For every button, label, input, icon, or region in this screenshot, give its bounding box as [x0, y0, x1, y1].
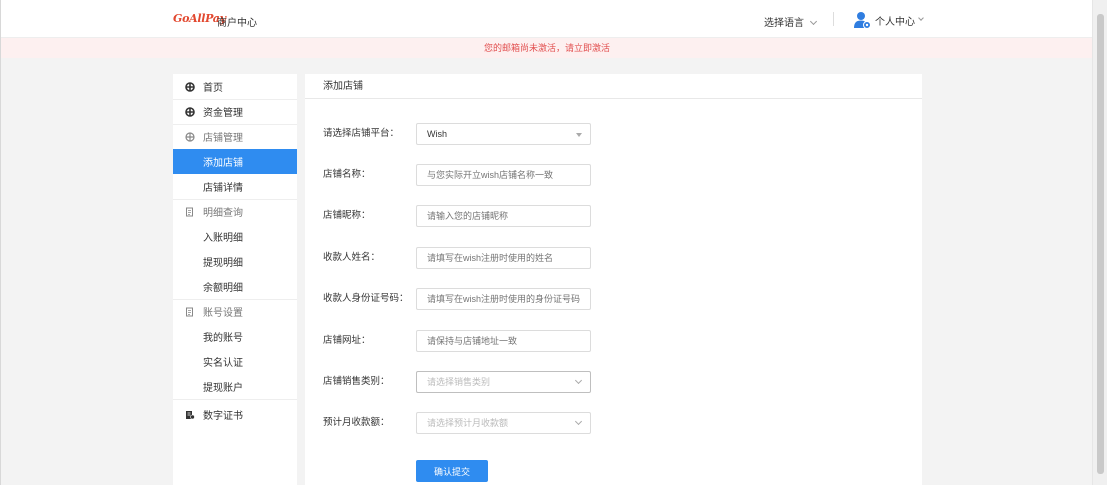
confirm-submit-button[interactable]: 确认提交 [416, 460, 488, 482]
sidebar-item-label: 店铺管理 [203, 133, 243, 144]
monthly-amount-placeholder: 请选择预计月收款额 [427, 418, 509, 428]
store-name-label: 店铺名称： [323, 169, 371, 180]
sidebar-item-my-account[interactable]: 我的账号 [173, 324, 297, 349]
sidebar-item-deposit-details[interactable]: 入账明细 [173, 224, 297, 249]
chevron-down-icon [574, 376, 583, 385]
sales-category-select[interactable]: 请选择销售类别 [416, 371, 591, 393]
certificate-icon [185, 410, 195, 420]
document-icon [185, 207, 195, 217]
scrollbar-thumb[interactable] [1097, 14, 1104, 474]
sales-category-label: 店铺销售类别： [323, 376, 390, 387]
sidebar-item-home[interactable]: 首页 [173, 74, 297, 99]
merchant-center-title: 商户中心 [217, 18, 257, 29]
platform-select[interactable]: Wish [416, 123, 591, 145]
store-name-input[interactable] [416, 164, 591, 186]
user-avatar-icon [854, 12, 871, 29]
store-nickname-input[interactable] [416, 205, 591, 227]
sidebar-item-balance-details[interactable]: 余额明细 [173, 274, 297, 299]
sidebar-item-label: 资金管理 [203, 108, 243, 119]
sidebar-item-label: 添加店铺 [203, 158, 243, 169]
chevron-down-icon [574, 417, 583, 426]
sidebar-group-store[interactable]: 店铺管理 [173, 124, 297, 149]
payee-id-input[interactable] [416, 288, 591, 310]
sidebar-item-label: 账号设置 [203, 308, 243, 319]
store-url-label: 店铺网址： [323, 335, 371, 346]
sidebar-item-withdrawal-details[interactable]: 提现明细 [173, 249, 297, 274]
sidebar-item-real-name-verification[interactable]: 实名认证 [173, 349, 297, 374]
sidebar-item-label: 实名认证 [203, 358, 243, 369]
sidebar-item-label: 提现明细 [203, 258, 243, 269]
language-selector[interactable]: 选择语言 [764, 14, 818, 29]
sidebar-item-label: 店铺详情 [203, 183, 243, 194]
header-divider [833, 12, 834, 26]
platform-label: 请选择店铺平台： [323, 128, 400, 139]
payee-name-input[interactable] [416, 247, 591, 269]
payee-id-label: 收款人身份证号码： [323, 293, 409, 304]
sidebar-item-label: 数字证书 [203, 411, 243, 422]
document-icon [185, 307, 195, 317]
chevron-down-icon [809, 17, 818, 26]
caret-down-icon [576, 133, 582, 137]
home-icon [185, 81, 195, 92]
top-header: GoAllPay 商户中心 选择语言 个人中心 [1, 0, 1093, 38]
sidebar-item-funds[interactable]: 资金管理 [173, 99, 297, 124]
user-center-menu[interactable]: 个人中心 [853, 11, 924, 29]
panel-title: 添加店铺 [305, 74, 922, 99]
sidebar-group-account[interactable]: 账号设置 [173, 299, 297, 324]
sidebar-item-label: 明细查询 [203, 208, 243, 219]
sidebar-item-label: 提现账户 [203, 383, 243, 394]
monthly-amount-label: 预计月收款额： [323, 417, 390, 428]
email-activation-link[interactable]: 您的邮箱尚未激活，请立即激活 [484, 43, 610, 53]
user-center-label: 个人中心 [875, 16, 915, 28]
monthly-amount-select[interactable]: 请选择预计月收款额 [416, 412, 591, 434]
platform-selected-value: Wish [427, 129, 447, 139]
sidebar-item-digital-certificate[interactable]: 数字证书 [173, 402, 297, 427]
sales-category-placeholder: 请选择销售类别 [427, 377, 491, 387]
vertical-scrollbar[interactable] [1092, 0, 1107, 485]
sidebar-item-store-details[interactable]: 店铺详情 [173, 174, 297, 199]
sidebar-nav: 首页 资金管理 店铺管理 添加店铺 店铺详情 明细查询 入账明细 提现明细 余额… [173, 74, 297, 485]
sidebar-item-label: 首页 [203, 83, 223, 94]
payee-name-label: 收款人姓名： [323, 252, 381, 263]
sidebar-divider [173, 399, 297, 400]
sidebar-item-label: 入账明细 [203, 233, 243, 244]
email-activation-notice: 您的邮箱尚未激活，请立即激活 [1, 38, 1093, 58]
sidebar-item-withdrawal-account[interactable]: 提现账户 [173, 374, 297, 399]
sidebar-item-label: 余额明细 [203, 283, 243, 294]
funds-icon [185, 106, 195, 117]
sidebar-item-label: 我的账号 [203, 333, 243, 344]
chevron-down-icon [918, 15, 924, 21]
store-nickname-label: 店铺昵称： [323, 210, 371, 221]
add-store-panel: 添加店铺 请选择店铺平台： Wish 店铺名称： 店铺昵称： 收款人姓名： 收款… [305, 74, 922, 485]
sidebar-item-add-store[interactable]: 添加店铺 [173, 149, 297, 174]
language-label: 选择语言 [764, 18, 804, 29]
page-frame: GoAllPay 商户中心 选择语言 个人中心 您的邮箱尚未激活，请立即激活 首… [0, 0, 1093, 485]
store-icon [185, 131, 195, 142]
store-url-input[interactable] [416, 330, 591, 352]
sidebar-group-statements[interactable]: 明细查询 [173, 199, 297, 224]
